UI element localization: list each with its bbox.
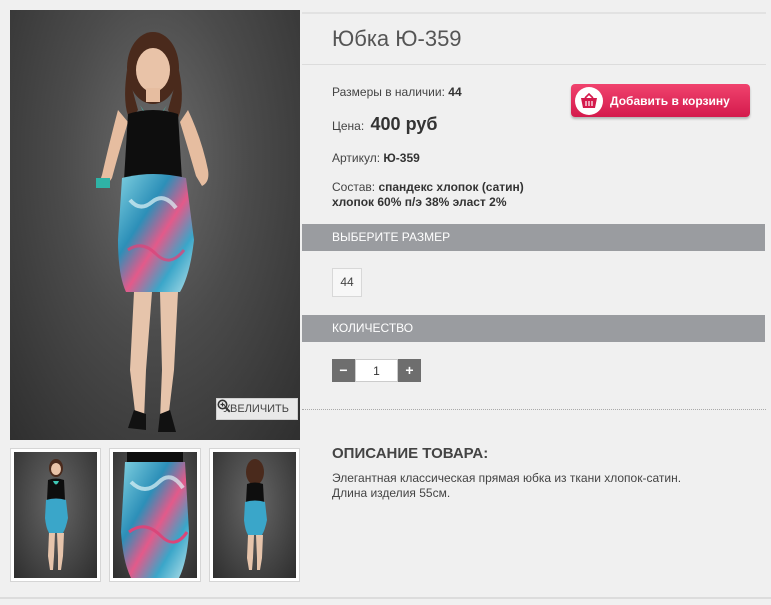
sizes-value: 44 bbox=[448, 85, 462, 99]
thumbnail-detail[interactable] bbox=[109, 448, 201, 582]
description-line2: Длина изделия 55см. bbox=[332, 486, 451, 500]
composition-line1: спандекс хлопок (сатин) bbox=[378, 180, 524, 194]
thumbnail-image bbox=[113, 452, 197, 578]
size-section-header: ВЫБЕРИТЕ РАЗМЕР bbox=[302, 224, 765, 251]
main-product-photo[interactable]: УВЕЛИЧИТЬ bbox=[10, 10, 300, 440]
model-illustration bbox=[96, 32, 209, 432]
basket-icon bbox=[575, 86, 603, 115]
description-line1: Элегантная классическая прямая юбка из т… bbox=[332, 471, 682, 485]
quantity-decrease-button[interactable]: − bbox=[332, 359, 355, 382]
size-option-44[interactable]: 44 bbox=[332, 268, 362, 297]
quantity-stepper: − + bbox=[332, 359, 421, 382]
sku-label: Артикул: bbox=[332, 151, 381, 165]
composition-label: Состав: bbox=[332, 180, 376, 194]
zoom-button[interactable]: УВЕЛИЧИТЬ bbox=[216, 398, 298, 420]
description-heading: ОПИСАНИЕ ТОВАРА: bbox=[332, 445, 489, 462]
product-title: Юбка Ю-359 bbox=[332, 26, 462, 51]
price: Цена: 400 руб bbox=[332, 114, 437, 135]
thumbnail-image bbox=[14, 452, 98, 578]
quantity-input[interactable] bbox=[355, 359, 398, 382]
composition: Состав: спандекс хлопок (сатин) хлопок 6… bbox=[332, 180, 524, 210]
top-divider bbox=[302, 12, 766, 14]
zoom-label: УВЕЛИЧИТЬ bbox=[223, 403, 289, 415]
add-to-cart-label: Добавить в корзину bbox=[610, 93, 730, 108]
bottom-divider bbox=[0, 597, 771, 599]
magnifier-plus-icon bbox=[217, 399, 231, 413]
sku-value: Ю-359 bbox=[383, 151, 420, 165]
title-divider bbox=[302, 64, 766, 65]
sizes-label: Размеры в наличии: bbox=[332, 85, 445, 99]
dotted-divider bbox=[302, 409, 766, 410]
composition-line2: хлопок 60% п/э 38% эласт 2% bbox=[332, 195, 507, 209]
thumbnail-front[interactable] bbox=[10, 448, 102, 582]
quantity-increase-button[interactable]: + bbox=[398, 359, 421, 382]
thumbnail-image bbox=[212, 452, 296, 578]
quantity-section-header: КОЛИЧЕСТВО bbox=[302, 315, 765, 342]
sizes-available: Размеры в наличии: 44 bbox=[332, 85, 462, 99]
price-label: Цена: bbox=[332, 119, 365, 133]
sku: Артикул: Ю-359 bbox=[332, 151, 420, 165]
add-to-cart-button[interactable]: Добавить в корзину bbox=[571, 84, 750, 117]
thumbnail-strip bbox=[10, 448, 300, 582]
thumbnail-back[interactable] bbox=[208, 448, 300, 582]
price-value: 400 руб bbox=[370, 114, 438, 134]
description-text: Элегантная классическая прямая юбка из т… bbox=[332, 471, 732, 501]
